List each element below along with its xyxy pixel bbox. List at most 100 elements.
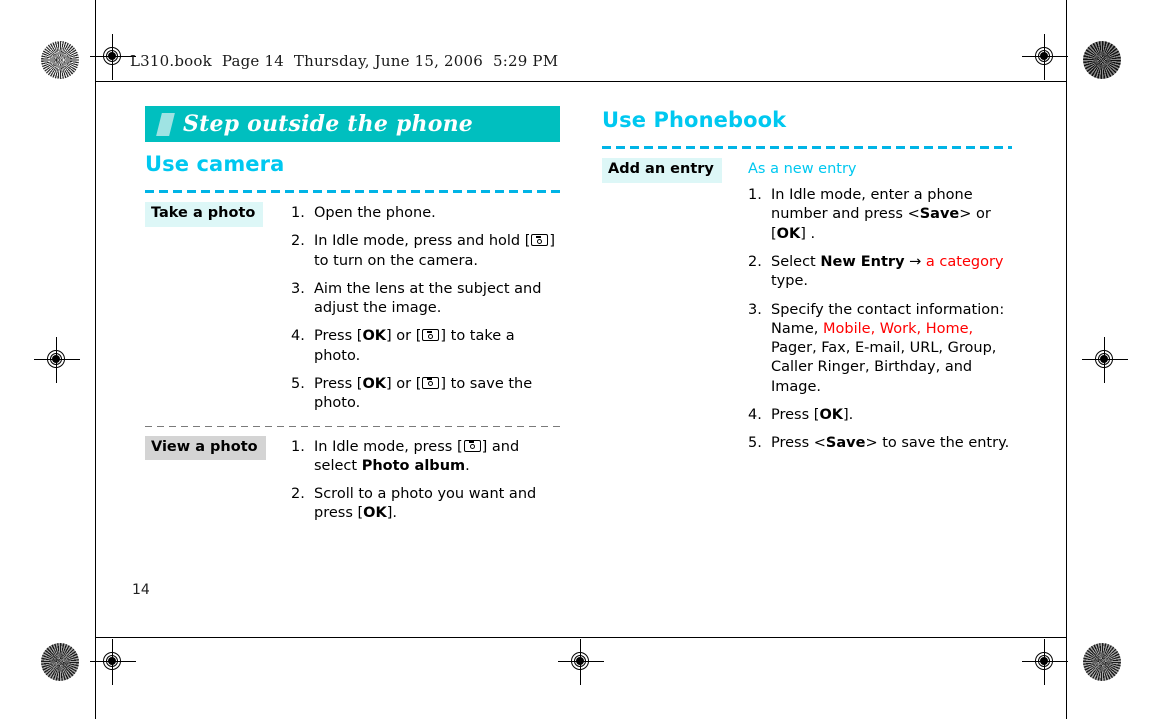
registration-crosshair-top-left [90,34,136,80]
chapter-banner: Step outside the phone [145,106,560,142]
camera-label-1: Take a photo [145,202,264,227]
instruction-row: View a photo 1. In Idle mode, press [] and… [145,435,560,524]
color-rosette-top-right [1083,41,1121,79]
step-number: 1. [748,187,762,204]
step-text-run: Pager, Fax, E-mail, URL, Group, Caller R… [771,340,997,395]
step-text: Select New Entry → a category type. [771,253,1012,292]
right-row-list: Add an entry As a new entry 1. In Idle mode… [602,158,1012,454]
step-item: 2. In Idle mode, press and hold [] to tur… [291,232,560,271]
step-number: 4. [748,406,762,423]
row-body-cell: 1. In Idle mode, press [] and select Phot… [291,436,560,524]
section-divider-cyan [145,190,560,193]
emphasis-red: Mobile, Work, Home, [823,320,974,337]
section-divider-cyan-right [602,146,1012,149]
step-number: 5. [291,375,305,392]
row-label-cell: Add an entry [602,158,748,454]
registration-crosshair-bottom-left [90,639,136,685]
step-item: 1. In Idle mode, press [] and select Phot… [291,438,560,477]
right-column: Use Phonebook Add an entry As a new entry… [602,106,1012,524]
emphasis-bold: OK [362,328,386,345]
row-divider-gray [145,425,560,427]
step-item: 1. In Idle mode, enter a phone number and… [748,186,1012,244]
step-number: 2. [748,253,762,270]
step-text-run: type. [771,273,809,290]
step-number: 4. [291,328,305,345]
step-text-run: ] or [ [386,375,422,392]
color-rosette-bottom-right [1083,643,1121,681]
step-list: 1. In Idle mode, enter a phone number and… [748,186,1012,453]
step-text: In Idle mode, enter a phone number and p… [771,186,1012,244]
running-header: L310.book Page 14 Thursday, June 15, 200… [130,52,559,70]
registration-crosshair-mid-left [34,337,80,383]
emphasis-bold: OK [363,505,387,522]
color-rosette-bottom-left [41,643,79,681]
camera-key-icon [463,439,481,452]
emphasis-bold: Photo album [361,457,466,474]
step-text: Press [OK] or [] to take a photo. [314,327,560,366]
step-item: 4. Press [OK]. [748,406,1012,425]
step-text-run: ]. [843,406,854,423]
instruction-row: Take a photo 1. Open the phone. 2. In Idle m… [145,202,560,414]
camera-label-2: View a photo [145,435,266,461]
step-item: 2. Scroll to a photo you want and press [… [291,485,560,524]
step-text-run: Press [ [771,406,820,423]
emphasis-bold: Save [919,206,960,223]
registration-crosshair-mid-right [1082,337,1128,383]
registration-crosshair-bottom-right [1022,639,1068,685]
registration-crosshair-top-right [1022,34,1068,80]
step-text: In Idle mode, press [] and select Photo … [314,438,560,477]
step-text: Open the phone. [314,204,560,223]
camera-key-icon [531,234,549,247]
row-body-cell: 1. Open the phone. 2. In Idle mode, press a… [291,202,560,414]
step-number: 1. [291,438,305,455]
row-label-cell: View a photo [145,435,291,524]
step-text-run: > to save the entry. [865,435,1010,452]
registration-crosshair-bottom-center [558,639,604,685]
step-number: 2. [291,233,305,250]
step-text-run: ] or [ [386,328,422,345]
step-item: 5. Press <Save> to save the entry. [748,434,1012,453]
row-label-cell: Take a photo [145,202,291,414]
row-subheading: As a new entry [748,161,857,177]
step-text-run: Press < [771,435,826,452]
step-number: 3. [748,301,762,318]
step-text-run: In Idle mode, press [ [314,438,463,455]
camera-key-icon [422,376,440,389]
step-text-run: Aim the lens at the subject and adjust t… [314,280,542,317]
step-item: 4. Press [OK] or [] to take a photo. [291,327,560,366]
emphasis-bold: New Entry [820,253,905,270]
step-number: 1. [291,205,305,221]
step-text-run: Press [ [314,375,363,392]
emphasis-bold: OK [362,375,386,392]
step-number: 3. [291,280,305,297]
step-text: Scroll to a photo you want and press [OK… [314,485,560,524]
step-text-run: Press [ [314,328,363,345]
emphasis-bold: OK [776,225,801,242]
phonebook-label-1: Add an entry [602,158,722,183]
step-text-run: → [904,253,926,270]
step-text-run: Select [771,253,821,270]
instruction-row: Add an entry As a new entry 1. In Idle mode… [602,158,1012,454]
chapter-title: Step outside the phone [183,111,473,137]
step-text-run: Scroll to a photo you want and press [ [314,486,537,522]
step-text-run: ] . [800,225,816,242]
banner-accent-bar [156,112,175,136]
step-text: Press [OK] or [] to save the photo. [314,375,560,414]
step-text: Aim the lens at the subject and adjust t… [314,280,560,319]
emphasis-bold: OK [819,406,843,423]
step-item: 5. Press [OK] or [] to save the photo. [291,375,560,414]
step-text-run: . [465,457,470,474]
step-text: In Idle mode, press and hold [] to turn … [314,232,560,271]
row-body-cell: As a new entry 1. In Idle mode, enter a ph… [748,158,1012,454]
trim-line-bottom [95,637,1066,638]
camera-key-icon [422,329,440,342]
step-number: 5. [748,435,762,452]
trim-line-top [95,81,1066,82]
trim-line-left [95,0,96,719]
trim-line-right [1066,0,1067,719]
step-number: 2. [291,486,305,503]
step-text: Press <Save> to save the entry. [771,434,1012,453]
step-text: Press [OK]. [771,406,1012,425]
step-item: 2. Select New Entry → a category type. [748,253,1012,292]
step-text-run: Open the phone. [314,205,436,221]
